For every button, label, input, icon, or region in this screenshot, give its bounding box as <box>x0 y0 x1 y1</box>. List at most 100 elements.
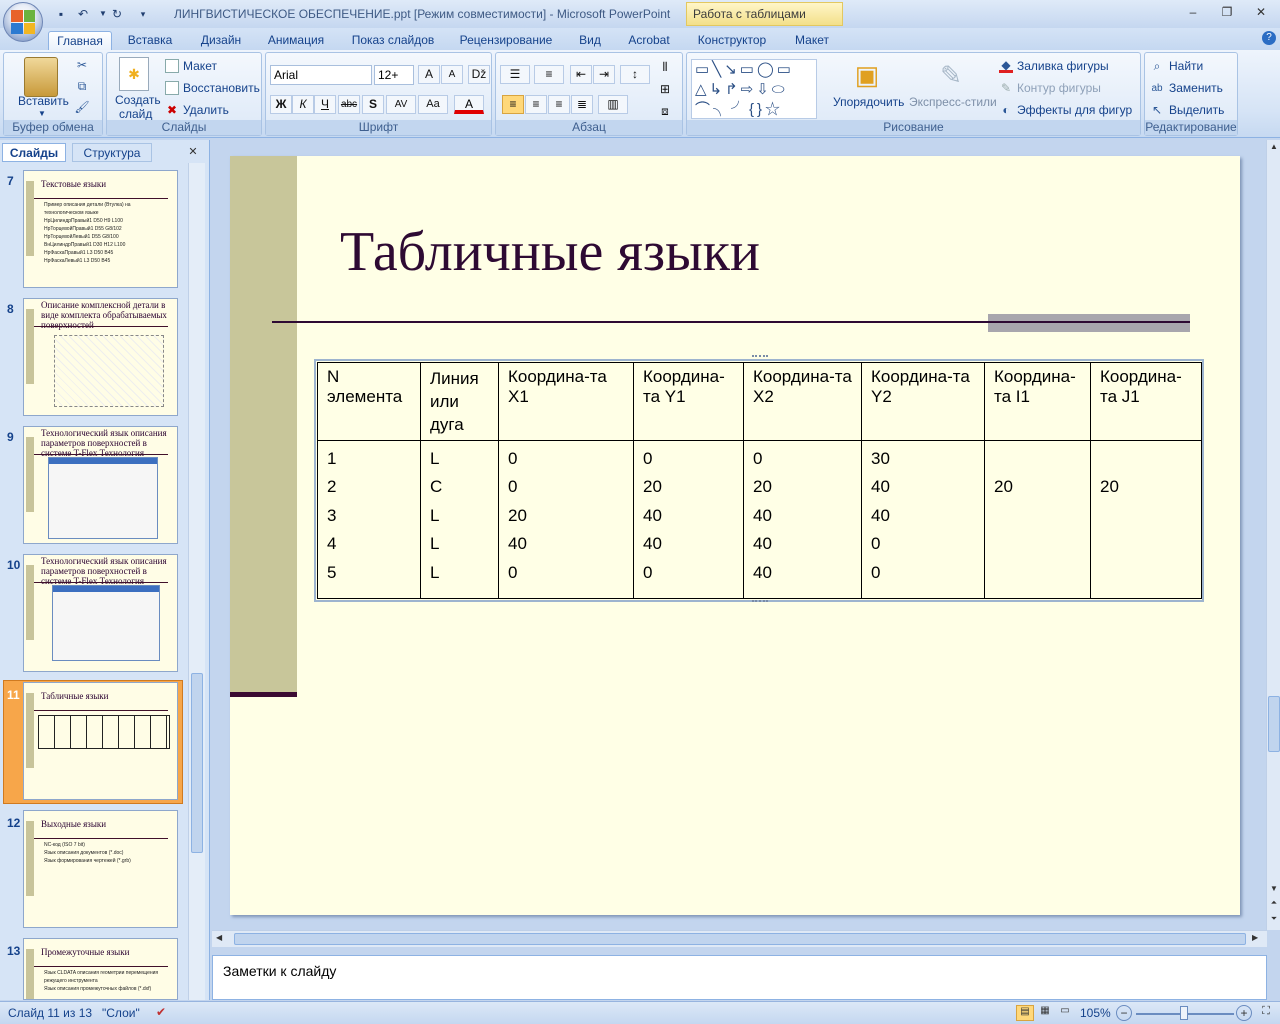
justify-icon[interactable]: ≣ <box>571 95 593 114</box>
shape-effects-button[interactable]: Эффекты для фигур <box>1017 103 1132 117</box>
slide-thumbnail-12[interactable]: Выходные языки NC-код (ISO 7 bit) Язык о… <box>23 810 178 928</box>
header-cell[interactable]: N элемента <box>317 362 421 441</box>
paste-dropdown-icon[interactable]: ▼ <box>38 109 46 118</box>
slide-thumbnail-13[interactable]: Промежуточные языки Язык CLDATA описания… <box>23 938 178 1000</box>
table-cell[interactable]: 0 0 20 40 0 <box>498 440 634 599</box>
select-button[interactable]: Выделить <box>1169 103 1224 117</box>
new-slide-button-line1[interactable]: Создать <box>115 93 161 107</box>
quick-styles-icon[interactable]: ✎ <box>933 57 969 93</box>
help-icon[interactable]: ? <box>1262 31 1276 45</box>
underline-icon[interactable]: Ч <box>314 95 336 114</box>
grow-font-icon[interactable]: A <box>418 65 440 84</box>
table-cell[interactable]: 20 <box>1090 440 1202 599</box>
slide-thumbnail-7[interactable]: Текстовые языки Пример описания детали (… <box>23 170 178 288</box>
slide-thumbnail-11[interactable]: Табличные языки <box>23 682 178 800</box>
font-size-select[interactable]: 12+ <box>374 65 414 85</box>
redo-icon[interactable]: ↻ <box>108 5 126 23</box>
numbering-icon[interactable]: ≡ <box>534 65 564 84</box>
zoom-level[interactable]: 105% <box>1080 1006 1111 1020</box>
header-cell[interactable]: Координа-та Y1 <box>633 362 744 441</box>
thumbnails-scroll-thumb[interactable] <box>191 673 203 853</box>
slide-sorter-icon[interactable]: ▦ <box>1036 1005 1054 1021</box>
zoom-out-icon[interactable]: − <box>1116 1005 1132 1021</box>
tab-insert[interactable]: Вставка <box>120 31 180 50</box>
tab-design[interactable]: Дизайн <box>192 31 250 50</box>
tab-view[interactable]: Вид <box>572 31 608 50</box>
new-slide-button-line2[interactable]: слайд <box>119 107 152 121</box>
table-cell[interactable]: 0 20 40 40 40 <box>743 440 862 599</box>
bullets-icon[interactable]: ☰ <box>500 65 530 84</box>
customize-qat-icon[interactable]: ▾ <box>134 5 152 23</box>
new-slide-icon[interactable]: ✱ <box>119 57 149 91</box>
table-cell[interactable]: 30 40 40 0 0 <box>861 440 985 599</box>
vertical-scrollbar[interactable]: ▲ ▼ ⏶ ⏷ <box>1266 140 1280 930</box>
header-cell[interactable]: Линия или дуга <box>420 362 499 441</box>
italic-icon[interactable]: К <box>292 95 314 114</box>
table-cell[interactable]: 20 <box>984 440 1091 599</box>
table-cell[interactable]: LCLLL <box>420 440 499 599</box>
tab-review[interactable]: Рецензирование <box>454 31 558 50</box>
align-left-icon[interactable]: ≡ <box>502 95 524 114</box>
notes-pane[interactable]: Заметки к слайду <box>212 955 1267 1000</box>
cut-icon[interactable]: ✂ <box>74 57 90 73</box>
increase-indent-icon[interactable]: ⇥ <box>593 65 615 84</box>
find-button[interactable]: Найти <box>1169 59 1203 73</box>
shape-fill-button[interactable]: Заливка фигуры <box>1017 59 1109 73</box>
tab-animation[interactable]: Анимация <box>260 31 332 50</box>
header-cell[interactable]: Координа-та J1 <box>1090 362 1202 441</box>
slide-thumbnail-8[interactable]: Описание комплексной детали в виде компл… <box>23 298 178 416</box>
replace-button[interactable]: Заменить <box>1169 81 1223 95</box>
undo-icon[interactable]: ↶ <box>74 5 92 23</box>
header-cell[interactable]: Координа-та Y2 <box>861 362 985 441</box>
decrease-indent-icon[interactable]: ⇤ <box>570 65 592 84</box>
normal-view-icon[interactable]: ▤ <box>1016 1005 1034 1021</box>
header-cell[interactable]: Координа-та X1 <box>498 362 634 441</box>
header-cell[interactable]: Координа-та I1 <box>984 362 1091 441</box>
shrink-font-icon[interactable]: A <box>441 65 463 84</box>
horizontal-scroll-thumb[interactable] <box>234 933 1246 945</box>
layout-button[interactable]: Макет <box>183 59 217 73</box>
tab-acrobat[interactable]: Acrobat <box>622 31 676 50</box>
data-table[interactable]: N элемента Линия или дуга Координа-та X1… <box>317 362 1202 599</box>
office-button[interactable] <box>3 2 43 42</box>
shapes-gallery[interactable]: ▭╲↘▭◯▭ △↳↱⇨⇩⬭ ⌒╮╯{}☆ <box>691 59 817 119</box>
table-cell[interactable]: 1 2 3 4 5 <box>317 440 421 599</box>
bold-icon[interactable]: Ж <box>270 95 292 114</box>
scroll-right-icon[interactable]: ▶ <box>1252 933 1264 945</box>
slide-title[interactable]: Табличные языки <box>340 220 760 284</box>
arrange-icon[interactable]: ▣ <box>849 57 885 93</box>
table-cell[interactable]: 0 20 40 40 0 <box>633 440 744 599</box>
align-text-icon[interactable]: ⊞ <box>654 81 676 100</box>
theme-name[interactable]: "Слои" <box>102 1006 140 1020</box>
save-icon[interactable]: ▪ <box>52 5 70 23</box>
format-painter-icon[interactable]: 🖌 <box>74 99 90 115</box>
thumbnails-scrollbar[interactable] <box>188 163 205 1000</box>
header-cell[interactable]: Координа-та X2 <box>743 362 862 441</box>
fit-to-window-icon[interactable]: ⛶ <box>1258 1005 1274 1021</box>
table-resize-handle-top[interactable] <box>752 355 768 359</box>
strikethrough-icon[interactable]: abc <box>338 95 360 114</box>
scroll-down-icon[interactable]: ▼ <box>1268 884 1280 896</box>
table-resize-handle-bottom[interactable] <box>752 600 768 604</box>
minimize-icon[interactable]: – <box>1180 3 1206 21</box>
delete-button[interactable]: Удалить <box>183 103 229 117</box>
slide-thumbnail-10[interactable]: Технологический язык описания параметров… <box>23 554 178 672</box>
align-center-icon[interactable]: ≡ <box>525 95 547 114</box>
reset-button[interactable]: Восстановить <box>183 81 260 95</box>
font-name-select[interactable]: Arial <box>270 65 372 85</box>
clear-format-icon[interactable]: ǅ <box>468 65 490 84</box>
close-pane-icon[interactable]: ✕ <box>186 145 200 159</box>
vertical-scroll-thumb[interactable] <box>1268 696 1280 752</box>
paste-icon[interactable] <box>24 57 58 97</box>
copy-icon[interactable]: ⧉ <box>74 78 90 94</box>
text-direction-icon[interactable]: ⫴ <box>654 59 676 78</box>
horizontal-scrollbar[interactable]: ◀ ▶ <box>212 930 1267 947</box>
change-case-icon[interactable]: Aa <box>418 95 448 114</box>
shape-outline-button[interactable]: Контур фигуры <box>1017 81 1101 95</box>
previous-slide-icon[interactable]: ⏶ <box>1268 898 1280 912</box>
scroll-left-icon[interactable]: ◀ <box>216 933 228 945</box>
spellcheck-icon[interactable]: ✔ <box>156 1005 166 1019</box>
arrange-button[interactable]: Упорядочить <box>833 95 904 109</box>
slideshow-view-icon[interactable]: ▭ <box>1056 1005 1074 1021</box>
tab-home[interactable]: Главная <box>48 31 112 50</box>
